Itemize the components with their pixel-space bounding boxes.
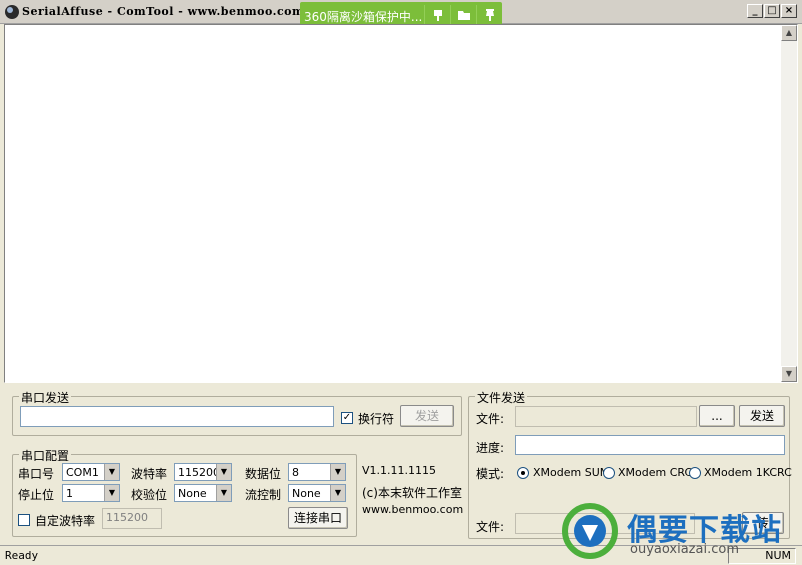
serial-config-title: 串口配置 <box>19 447 72 464</box>
parity-value: None <box>178 487 207 500</box>
vertical-scrollbar[interactable]: ▲ ▼ <box>781 25 797 382</box>
version-text: V1.1.11.1115 <box>362 464 437 477</box>
file-send-title: 文件发送 <box>475 389 528 406</box>
sandbox-text: 360隔离沙箱保护中... <box>304 10 423 24</box>
pin-icon[interactable] <box>476 5 502 25</box>
watermark-url: ouyaoxiazai.com <box>630 542 739 557</box>
browse-button[interactable]: ... <box>699 405 735 427</box>
chevron-down-icon: ▼ <box>216 464 231 480</box>
databits-label: 数据位 <box>245 467 282 481</box>
connect-button[interactable]: 连接串口 <box>288 507 348 529</box>
port-label: 串口号 <box>18 467 55 481</box>
file-label: 文件: <box>476 412 505 426</box>
newline-label: 换行符 <box>358 412 395 426</box>
chevron-down-icon: ▼ <box>330 464 345 480</box>
custom-baud-label: 自定波特率 <box>35 514 96 528</box>
port-value: COM1 <box>66 466 99 479</box>
chevron-down-icon: ▼ <box>104 464 119 480</box>
radio-xmodem-sum[interactable] <box>517 467 529 479</box>
maximize-button[interactable]: □ <box>764 4 780 18</box>
scroll-up-button[interactable]: ▲ <box>781 25 797 41</box>
file-send-button[interactable]: 发送 <box>739 405 785 427</box>
flow-value: None <box>292 487 321 500</box>
custom-baud-checkbox[interactable] <box>18 514 30 526</box>
app-icon <box>5 5 19 19</box>
mode-xmodem-1kcrc-label: XModem 1KCRC <box>704 466 792 479</box>
scroll-down-button[interactable]: ▼ <box>781 366 797 382</box>
custom-baud-input[interactable]: 115200 <box>102 508 162 529</box>
mode-xmodem-sum-label: XModem SUM <box>533 466 610 479</box>
chevron-down-icon: ▼ <box>216 485 231 501</box>
copyright-text: (c)本末软件工作室 <box>362 486 462 500</box>
chevron-down-icon: ▼ <box>330 485 345 501</box>
databits-value: 8 <box>292 466 299 479</box>
databits-select[interactable]: 8 ▼ <box>288 463 346 481</box>
stopbits-select[interactable]: 1 ▼ <box>62 484 120 502</box>
port-select[interactable]: COM1 ▼ <box>62 463 120 481</box>
radio-xmodem-crc[interactable] <box>603 467 615 479</box>
baud-label: 波特率 <box>131 467 168 481</box>
flow-select[interactable]: None ▼ <box>288 484 346 502</box>
newline-checkbox[interactable]: ✓ <box>341 412 353 424</box>
chevron-down-icon: ▼ <box>104 485 119 501</box>
send-button[interactable]: 发送 <box>400 405 454 427</box>
file-path-input[interactable] <box>515 406 697 427</box>
baud-value: 115200 <box>178 466 220 479</box>
broom-icon[interactable] <box>424 5 450 25</box>
receive-textarea[interactable]: ▲ ▼ <box>4 24 798 383</box>
send-input[interactable] <box>20 406 334 427</box>
file2-label: 文件: <box>476 520 505 534</box>
close-button[interactable]: × <box>781 4 797 18</box>
parity-select[interactable]: None ▼ <box>174 484 232 502</box>
watermark-logo-icon <box>562 503 618 559</box>
stopbits-label: 停止位 <box>18 488 55 502</box>
parity-label: 校验位 <box>131 488 168 502</box>
mode-label: 模式: <box>476 467 505 481</box>
progress-bar <box>515 435 785 455</box>
progress-label: 进度: <box>476 441 505 455</box>
folder-icon[interactable] <box>450 5 476 25</box>
serial-send-title: 串口发送 <box>19 389 72 406</box>
stopbits-value: 1 <box>66 487 73 500</box>
mode-xmodem-crc-label: XModem CRC <box>618 466 693 479</box>
window-title: SerialAffuse - ComTool - www.benmoo.com <box>22 5 305 18</box>
website-text: www.benmoo.com <box>362 503 464 516</box>
radio-xmodem-1kcrc[interactable] <box>689 467 701 479</box>
flow-label: 流控制 <box>245 488 282 502</box>
status-text: Ready <box>5 549 39 562</box>
baud-select[interactable]: 115200 ▼ <box>174 463 232 481</box>
minimize-button[interactable]: _ <box>747 4 763 18</box>
